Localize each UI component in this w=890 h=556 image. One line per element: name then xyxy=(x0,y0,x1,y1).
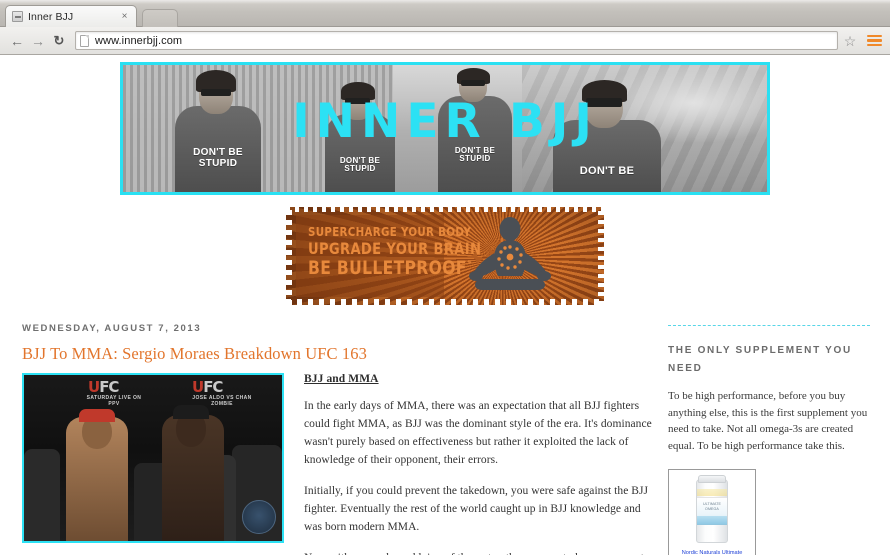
web-page: DON'T BE STUPID DON'T BE STUPID DON'T BE ST… xyxy=(0,55,890,555)
bottle-accent xyxy=(697,488,727,496)
ad-torn-edge-top xyxy=(286,207,604,212)
sidebar-divider xyxy=(668,325,870,326)
ad-copy: SUPERCHARGE YOUR BODY UPGRADE YOUR BRAIN… xyxy=(308,224,519,280)
post-body: UFC UFC SATURDAY LIVE ON PPV JOSE ALDO V… xyxy=(22,373,660,555)
bottle-label-wave xyxy=(697,515,727,525)
bottle-label-line-1: ULTIMATE xyxy=(702,501,722,506)
thumbnail-caption-date: SATURDAY LIVE ON PPV xyxy=(86,395,142,408)
sidebar: THE ONLY SUPPLEMENT YOU NEED To be high … xyxy=(660,323,870,555)
bookmark-star-icon[interactable]: ☆ xyxy=(842,33,858,49)
ad-line-2: UPGRADE YOUR BRAIN xyxy=(308,238,482,258)
page-document-icon xyxy=(80,34,89,47)
product-widget[interactable]: ULTIMATE OMEGA Nordic Naturals Ultimate … xyxy=(668,468,756,555)
banner-shirt-text-1: DON'T BE STUPID xyxy=(193,147,243,170)
banner-person-3-sunglasses xyxy=(461,80,485,86)
post-paragraph: Now with so much muddying of the water, … xyxy=(304,550,660,555)
product-image: ULTIMATE OMEGA xyxy=(674,474,750,547)
ad-torn-edge-left xyxy=(286,207,292,305)
trademark-symbol: ™ xyxy=(466,260,473,269)
url-text: www.innerbjj.com xyxy=(95,34,183,47)
tab-strip: Inner BJJ × xyxy=(0,0,890,27)
page-content: WEDNESDAY, AUGUST 7, 2013 BJJ To MMA: Se… xyxy=(0,305,890,555)
new-tab-button[interactable] xyxy=(142,9,178,27)
forward-icon[interactable]: → xyxy=(28,31,48,51)
banner-shirt-text-4: DON'T BE xyxy=(579,165,635,178)
post-paragraph: Initially, if you could prevent the take… xyxy=(304,484,649,533)
reload-icon[interactable]: ↻ xyxy=(49,31,69,51)
post-title[interactable]: BJJ To MMA: Sergio Moraes Breakdown UFC … xyxy=(22,344,660,364)
product-link[interactable]: Nordic Naturals Ultimate Omega, 1,00... xyxy=(673,549,751,555)
address-bar[interactable]: www.innerbjj.com xyxy=(75,31,838,50)
post-thumbnail-image[interactable]: UFC UFC SATURDAY LIVE ON PPV JOSE ALDO V… xyxy=(22,373,284,543)
thumbnail-fighter-right-cap xyxy=(173,405,209,419)
ufc-logo-left: UFC xyxy=(88,378,119,396)
banner-shirt-text-3: DON'T BE STUPID xyxy=(454,145,496,164)
hamburger-menu-icon[interactable] xyxy=(866,32,883,49)
ad-line-3-text: BE BULLETPROOF xyxy=(308,257,467,280)
ufc-logo-right: UFC xyxy=(192,378,223,396)
browser-toolbar: ← → ↻ www.innerbjj.com ☆ xyxy=(0,27,890,55)
site-title: INNER BJJ xyxy=(292,94,598,149)
site-header-banner[interactable]: DON'T BE STUPID DON'T BE STUPID DON'T BE ST… xyxy=(120,62,770,195)
sidebar-paragraph: To be high performance, before you buy a… xyxy=(668,390,868,453)
tab-title: Inner BJJ xyxy=(28,10,74,23)
bulletproof-ad-banner[interactable]: SUPERCHARGE YOUR BODY UPGRADE YOUR BRAIN… xyxy=(286,207,604,305)
advertisement-region: SUPERCHARGE YOUR BODY UPGRADE YOUR BRAIN… xyxy=(120,207,770,305)
sidebar-heading: THE ONLY SUPPLEMENT YOU NEED xyxy=(668,345,852,374)
banner-shirt-text-2: DON'T BE STUPID xyxy=(339,155,381,174)
thumbnail-fighter-left-cap xyxy=(79,409,115,422)
bottle-label-line-2: OMEGA xyxy=(705,507,719,512)
thumbnail-watermark xyxy=(242,500,276,534)
ad-line-1: SUPERCHARGE YOUR BODY xyxy=(308,224,472,239)
close-icon[interactable]: × xyxy=(119,11,130,22)
thumbnail-crowd-left xyxy=(24,449,60,541)
ad-line-3: BE BULLETPROOF™ xyxy=(308,257,481,280)
post-paragraph: In the early days of MMA, there was an e… xyxy=(304,400,652,466)
post-date: WEDNESDAY, AUGUST 7, 2013 xyxy=(22,323,202,334)
post-subheading: BJJ and MMA xyxy=(304,373,379,385)
browser-window: Inner BJJ × ← → ↻ www.innerbjj.com ☆ DON… xyxy=(0,0,890,556)
browser-tab[interactable]: Inner BJJ × xyxy=(5,5,137,27)
banner-person-1-sunglasses xyxy=(201,89,231,96)
ad-torn-edge-right xyxy=(598,207,604,305)
favicon xyxy=(12,11,23,22)
main-column: WEDNESDAY, AUGUST 7, 2013 BJJ To MMA: Se… xyxy=(0,323,660,555)
post-text: BJJ and MMA In the early days of MMA, th… xyxy=(284,373,660,555)
back-icon[interactable]: ← xyxy=(7,31,27,51)
bottle-cap xyxy=(698,474,726,483)
